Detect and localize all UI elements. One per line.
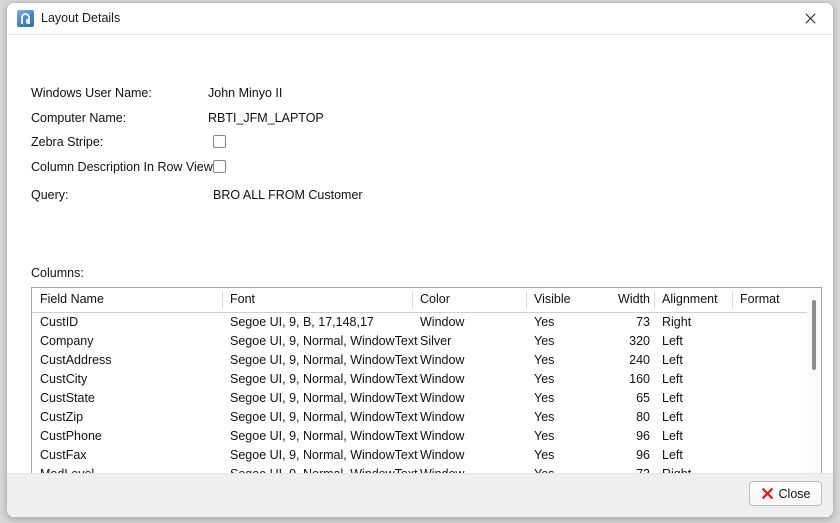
column-header-alignment[interactable]: Alignment <box>662 292 718 306</box>
cell-visible: Yes <box>534 391 555 405</box>
cell-width: 65 <box>636 391 650 405</box>
header-separator[interactable] <box>732 291 733 309</box>
header-separator[interactable] <box>412 291 413 309</box>
cell-color: Window <box>420 448 465 462</box>
column-header-color[interactable]: Color <box>420 292 450 306</box>
columns-label: Columns: <box>31 266 84 280</box>
cell-visible: Yes <box>534 410 555 424</box>
column-description-checkbox[interactable] <box>213 160 226 173</box>
cell-color: Window <box>420 391 465 405</box>
grid-header-row: Field Name Font Color Visible Width Alig… <box>32 288 821 313</box>
cell-alignment: Left <box>662 372 683 386</box>
table-row[interactable]: CustCity Segoe UI, 9, Normal, WindowText W… <box>32 370 821 389</box>
cell-visible: Yes <box>534 448 555 462</box>
columns-grid[interactable]: Field Name Font Color Visible Width Alig… <box>31 287 822 495</box>
cell-alignment: Left <box>662 410 683 424</box>
grid-body: CustID Segoe UI, 9, B, 17,148,17 Window Yes… <box>32 313 821 484</box>
cell-field-name: CustPhone <box>40 429 102 443</box>
table-row[interactable]: CustFax Segoe UI, 9, Normal, WindowText Wi… <box>32 446 821 465</box>
header-separator[interactable] <box>654 291 655 309</box>
cell-width: 73 <box>636 315 650 329</box>
cell-visible: Yes <box>534 315 555 329</box>
cell-field-name: CustState <box>40 391 95 405</box>
table-row[interactable]: CustState Segoe UI, 9, Normal, WindowText… <box>32 389 821 408</box>
cell-font: Segoe UI, 9, Normal, WindowText <box>230 334 418 348</box>
cell-visible: Yes <box>534 429 555 443</box>
cell-alignment: Left <box>662 391 683 405</box>
table-row[interactable]: CustAddress Segoe UI, 9, Normal, WindowTe… <box>32 351 821 370</box>
cell-field-name: CustFax <box>40 448 87 462</box>
column-header-format[interactable]: Format <box>740 292 780 306</box>
cell-width: 160 <box>629 372 650 386</box>
computer-name-value: RBTI_JFM_LAPTOP <box>208 111 324 125</box>
table-row[interactable]: CustID Segoe UI, 9, B, 17,148,17 Window Yes… <box>32 313 821 332</box>
cell-font: Segoe UI, 9, B, 17,148,17 <box>230 315 374 329</box>
zebra-stripe-checkbox[interactable] <box>213 135 226 148</box>
column-header-visible[interactable]: Visible <box>534 292 571 306</box>
cell-color: Window <box>420 315 465 329</box>
cell-visible: Yes <box>534 353 555 367</box>
query-label: Query: <box>31 188 69 202</box>
cell-color: Silver <box>420 334 452 348</box>
computer-name-label: Computer Name: <box>31 111 127 125</box>
cell-visible: Yes <box>534 334 555 348</box>
close-icon <box>805 12 816 24</box>
cell-width: 320 <box>629 334 650 348</box>
windows-user-name-value: John Minyo II <box>208 86 283 100</box>
cell-font: Segoe UI, 9, Normal, WindowText <box>230 391 418 405</box>
cell-field-name: CustID <box>40 315 79 329</box>
cell-alignment: Right <box>662 315 692 329</box>
cell-field-name: CustAddress <box>40 353 112 367</box>
cell-alignment: Left <box>662 334 683 348</box>
table-row[interactable]: CustPhone Segoe UI, 9, Normal, WindowText… <box>32 427 821 446</box>
windows-user-name-label: Windows User Name: <box>31 86 152 100</box>
query-value: BRO ALL FROM Customer <box>213 188 363 202</box>
cell-color: Window <box>420 410 465 424</box>
cell-field-name: CustZip <box>40 410 84 424</box>
close-button[interactable]: Close <box>749 481 822 506</box>
cell-font: Segoe UI, 9, Normal, WindowText <box>230 372 418 386</box>
cell-width: 240 <box>629 353 650 367</box>
cell-width: 80 <box>636 410 650 424</box>
header-separator[interactable] <box>526 291 527 309</box>
dialog-footer: Close <box>7 473 833 517</box>
column-header-font[interactable]: Font <box>230 292 255 306</box>
cell-alignment: Left <box>662 448 683 462</box>
window-close-button[interactable] <box>788 3 833 33</box>
grid-vertical-scrollbar[interactable] <box>807 288 821 480</box>
cell-font: Segoe UI, 9, Normal, WindowText <box>230 410 418 424</box>
grid-vertical-scrollbar-thumb[interactable] <box>812 300 816 370</box>
zebra-stripe-label: Zebra Stripe: <box>31 135 104 149</box>
dialog-content: Windows User Name: John Minyo II Compute… <box>7 35 833 495</box>
cell-color: Window <box>420 353 465 367</box>
column-header-width[interactable]: Width <box>568 292 650 306</box>
red-x-icon <box>761 487 773 500</box>
table-row[interactable]: Company Segoe UI, 9, Normal, WindowText Si… <box>32 332 821 351</box>
layout-details-window: Layout Details Windows User Name: John M… <box>6 2 834 518</box>
header-separator[interactable] <box>222 291 223 309</box>
cell-alignment: Left <box>662 353 683 367</box>
table-row[interactable]: CustZip Segoe UI, 9, Normal, WindowText Wi… <box>32 408 821 427</box>
cell-width: 96 <box>636 448 650 462</box>
cell-field-name: Company <box>40 334 94 348</box>
cell-font: Segoe UI, 9, Normal, WindowText <box>230 448 418 462</box>
cell-width: 96 <box>636 429 650 443</box>
cell-alignment: Left <box>662 429 683 443</box>
column-description-label: Column Description In Row View: <box>31 160 217 174</box>
cell-font: Segoe UI, 9, Normal, WindowText <box>230 353 418 367</box>
app-icon <box>17 10 34 27</box>
window-title: Layout Details <box>41 11 121 25</box>
cell-visible: Yes <box>534 372 555 386</box>
cell-field-name: CustCity <box>40 372 88 386</box>
column-header-field-name[interactable]: Field Name <box>40 292 104 306</box>
titlebar: Layout Details <box>7 3 833 35</box>
cell-font: Segoe UI, 9, Normal, WindowText <box>230 429 418 443</box>
cell-color: Window <box>420 429 465 443</box>
cell-color: Window <box>420 372 465 386</box>
close-button-label: Close <box>778 486 811 501</box>
